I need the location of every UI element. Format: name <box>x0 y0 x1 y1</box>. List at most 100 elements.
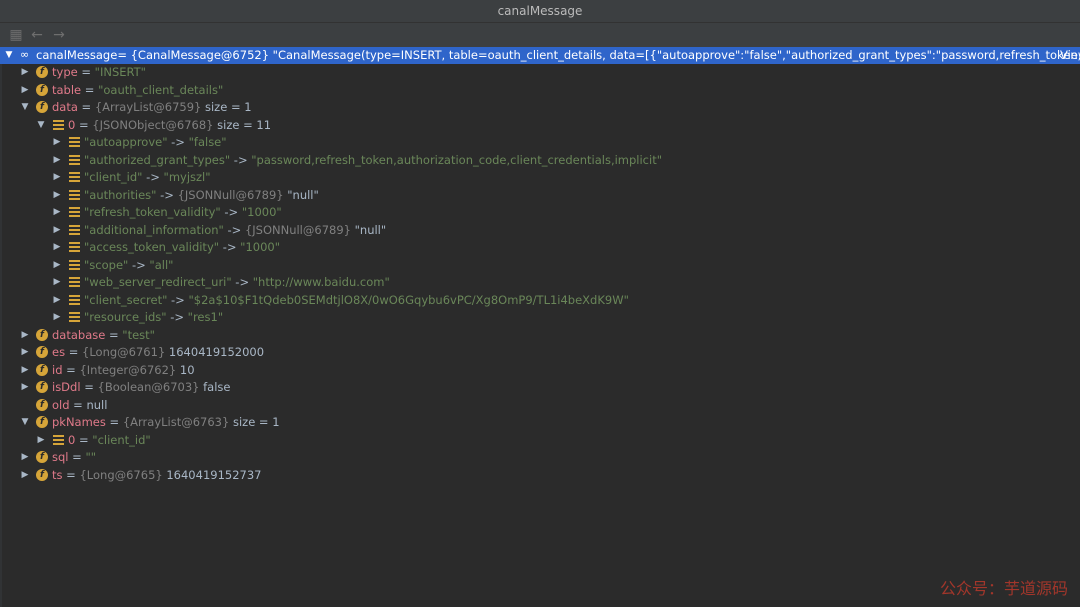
field-eq: = <box>77 100 95 114</box>
field-name: old <box>52 397 70 412</box>
tree-row-entry[interactable]: ▶ "additional_information" -> {JSONNull@… <box>0 222 1080 239</box>
field-type: {ArrayList@6763} <box>122 415 230 429</box>
map-entry-icon <box>69 259 80 271</box>
collapsed-arrow-icon[interactable]: ▶ <box>52 292 62 309</box>
tree-row-pknames-0[interactable]: ▶ 0 = "client_id" <box>0 432 1080 449</box>
field-eq: = <box>80 380 98 394</box>
entry-key: "resource_ids" <box>84 310 167 324</box>
collapsed-arrow-icon[interactable]: ▶ <box>52 134 62 151</box>
tree-row-entry[interactable]: ▶ "client_id" -> "myjszl" <box>0 169 1080 186</box>
field-extra: 1640419152737 <box>162 467 262 482</box>
tree-row-root[interactable]: ▼ ∞ canalMessage= {CanalMessage@6752} "C… <box>0 47 1080 64</box>
collapsed-arrow-icon[interactable]: ▶ <box>20 327 30 344</box>
collapsed-arrow-icon[interactable]: ▶ <box>20 64 30 81</box>
tree-row-id[interactable]: ▶ f id = {Integer@6762} 10 <box>0 362 1080 379</box>
entry-key: "client_id" <box>84 170 143 184</box>
expanded-arrow-icon[interactable]: ▼ <box>4 47 14 64</box>
entry-key: "scope" <box>84 257 129 272</box>
entry-arrow: -> <box>128 257 150 272</box>
entry-value: "myjszl" <box>163 170 211 184</box>
tree-row-sql[interactable]: ▶ f sql = "" <box>0 449 1080 466</box>
collapsed-arrow-icon[interactable]: ▶ <box>52 169 62 186</box>
field-name: sql <box>52 450 69 464</box>
field-name: table <box>52 82 82 97</box>
field-type: {Boolean@6703} <box>97 380 200 394</box>
tree-row-entry[interactable]: ▶ "resource_ids" -> "res1" <box>0 309 1080 326</box>
field-type: {Long@6761} <box>82 345 166 359</box>
tree-row-old[interactable]: f old = null <box>0 397 1080 414</box>
collapsed-arrow-icon[interactable]: ▶ <box>20 362 30 379</box>
field-eq: = <box>68 450 86 464</box>
collapsed-arrow-icon[interactable]: ▶ <box>52 309 62 326</box>
field-icon: f <box>36 363 48 376</box>
entry-type: {JSONNull@6789} <box>177 187 284 202</box>
tree-row-entry[interactable]: ▶ "web_server_redirect_uri" -> "http://w… <box>0 274 1080 291</box>
collapsed-arrow-icon[interactable]: ▶ <box>52 152 62 169</box>
root-value: = {CanalMessage@6752} "CanalMessage(type… <box>117 48 1080 62</box>
entry-arrow: -> <box>219 240 241 254</box>
list-icon <box>53 119 64 131</box>
field-icon: f <box>36 66 48 78</box>
tree-row-isddl[interactable]: ▶ f isDdl = {Boolean@6703} false <box>0 379 1080 396</box>
tree-row-data[interactable]: ▼ f data = {ArrayList@6759} size = 1 <box>0 99 1080 116</box>
entry-key: "refresh_token_validity" <box>84 205 221 219</box>
tree-row-type[interactable]: ▶ f type = "INSERT" <box>0 64 1080 81</box>
field-icon: f <box>36 451 48 463</box>
entry-key: "access_token_validity" <box>84 240 220 254</box>
tree-row-ts[interactable]: ▶ f ts = {Long@6765} 1640419152737 <box>0 467 1080 484</box>
expanded-arrow-icon[interactable]: ▼ <box>20 414 30 431</box>
entry-arrow: -> <box>167 135 189 149</box>
forward-arrow-icon[interactable]: → <box>50 26 68 44</box>
entry-arrow: -> <box>230 152 252 167</box>
entry-key: "web_server_redirect_uri" <box>84 275 232 289</box>
tree-row-es[interactable]: ▶ f es = {Long@6761} 1640419152000 <box>0 344 1080 361</box>
restore-layout-icon[interactable]: ▦ <box>7 26 25 44</box>
tree-row-entry[interactable]: ▶ "scope" -> "all" <box>0 257 1080 274</box>
collapsed-arrow-icon[interactable]: ▶ <box>20 467 30 484</box>
entry-arrow: -> <box>167 292 189 307</box>
map-entry-icon <box>69 207 80 218</box>
map-entry-icon <box>69 154 80 166</box>
field-value: "INSERT" <box>94 65 146 79</box>
expanded-arrow-icon[interactable]: ▼ <box>36 117 46 134</box>
field-type: {Integer@6762} <box>79 362 177 377</box>
tree-row-entry[interactable]: ▶ "client_secret" -> "$2a$10$F1tQdeb0SEM… <box>0 292 1080 309</box>
tree-row-entry[interactable]: ▶ "refresh_token_validity" -> "1000" <box>0 204 1080 221</box>
collapsed-arrow-icon[interactable]: ▶ <box>52 274 62 291</box>
collapsed-arrow-icon[interactable]: ▶ <box>20 379 30 396</box>
back-arrow-icon[interactable]: ← <box>28 26 46 44</box>
collapsed-arrow-icon[interactable]: ▶ <box>20 449 30 466</box>
tree-row-entry[interactable]: ▶ "authorized_grant_types" -> "password,… <box>0 152 1080 169</box>
debug-toolbar: ▦ ← → <box>0 23 1080 48</box>
entry-key: "additional_information" <box>84 222 224 237</box>
collapsed-arrow-icon[interactable]: ▶ <box>52 257 62 274</box>
field-name: id <box>52 362 63 377</box>
entry-arrow: -> <box>231 275 253 289</box>
map-entry-icon <box>69 224 80 236</box>
collapsed-arrow-icon[interactable]: ▶ <box>52 239 62 256</box>
collapsed-arrow-icon[interactable]: ▶ <box>52 204 62 221</box>
map-entry-icon <box>69 312 80 323</box>
tree-row-entry[interactable]: ▶ "access_token_validity" -> "1000" <box>0 239 1080 256</box>
collapsed-arrow-icon[interactable]: ▶ <box>20 82 30 99</box>
tree-row-table[interactable]: ▶ f table = "oauth_client_details" <box>0 82 1080 99</box>
tree-row-database[interactable]: ▶ f database = "test" <box>0 327 1080 344</box>
collapsed-arrow-icon[interactable]: ▶ <box>52 187 62 204</box>
expanded-arrow-icon[interactable]: ▼ <box>20 99 30 116</box>
view-link[interactable]: View <box>1060 47 1080 64</box>
tree-row-pknames[interactable]: ▼ f pkNames = {ArrayList@6763} size = 1 <box>0 414 1080 431</box>
field-eq: = <box>105 415 123 429</box>
field-type: {Long@6765} <box>79 467 163 482</box>
entry-value: "false" <box>188 135 227 149</box>
collapsed-arrow-icon[interactable]: ▶ <box>36 432 46 449</box>
entry-value: "password,refresh_token,authorization_co… <box>251 152 662 167</box>
field-icon: f <box>36 416 48 428</box>
collapsed-arrow-icon[interactable]: ▶ <box>52 222 62 239</box>
tree-row-data-0[interactable]: ▼ 0 = {JSONObject@6768} size = 11 <box>0 117 1080 134</box>
tree-row-entry[interactable]: ▶ "autoapprove" -> "false" <box>0 134 1080 151</box>
collapsed-arrow-icon[interactable]: ▶ <box>20 344 30 361</box>
field-icon: f <box>36 468 48 481</box>
field-name: es <box>52 345 66 359</box>
tree-row-entry[interactable]: ▶ "authorities" -> {JSONNull@6789} "null… <box>0 187 1080 204</box>
watch-infinity-icon: ∞ <box>20 48 30 61</box>
